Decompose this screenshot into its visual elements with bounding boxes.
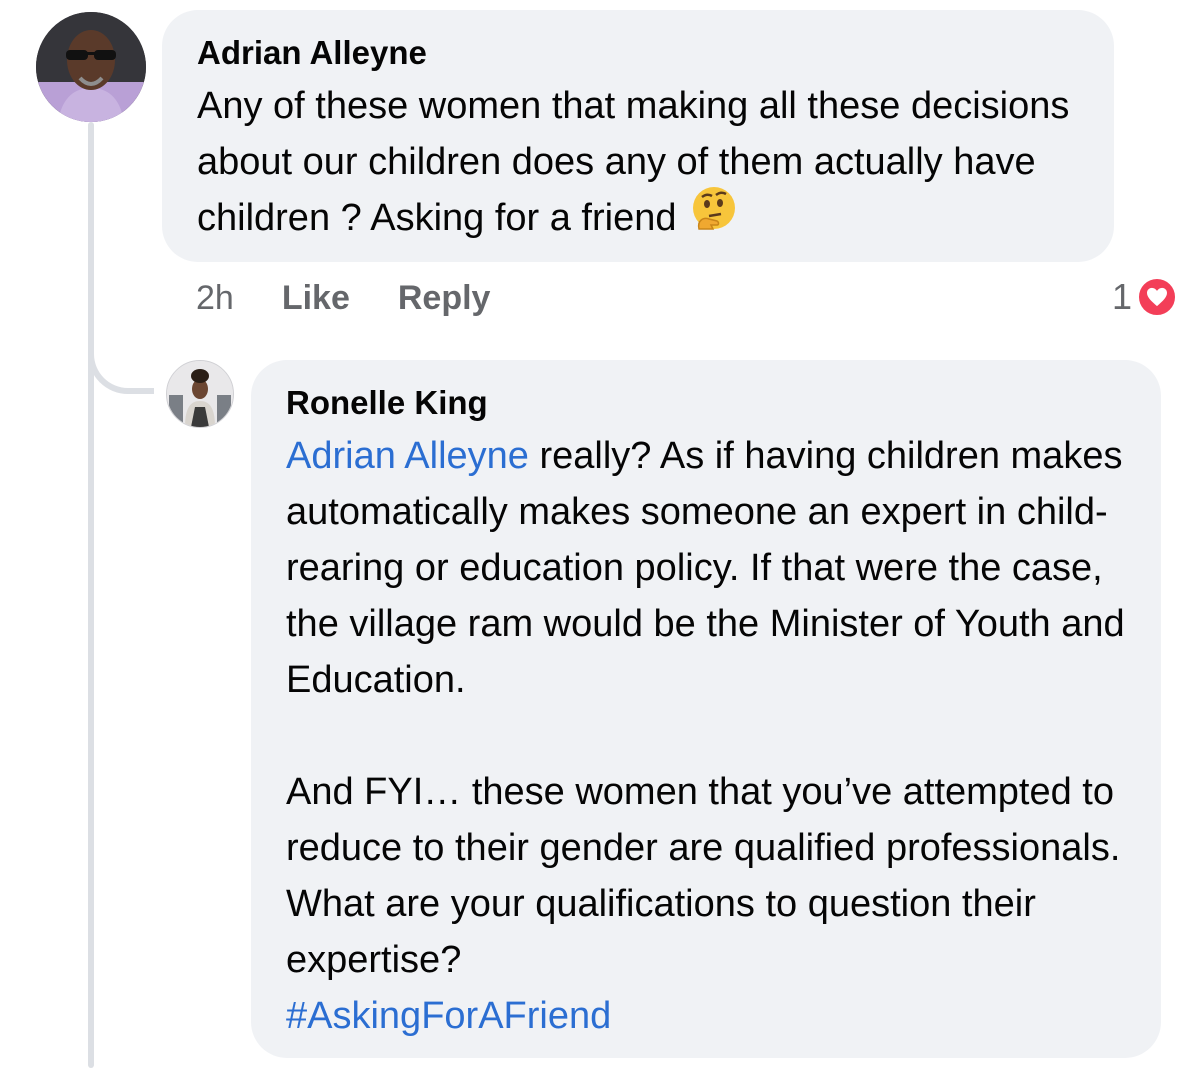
- reply-bubble: Ronelle King Adrian Alleyne really? As i…: [251, 360, 1161, 1058]
- avatar[interactable]: [166, 360, 234, 428]
- profile-photo-icon: [167, 361, 233, 427]
- reply-button[interactable]: Reply: [398, 279, 491, 318]
- reaction-summary[interactable]: 1: [1112, 276, 1178, 318]
- profile-photo-icon: [36, 12, 146, 122]
- comment-text: Any of these women that making all these…: [197, 78, 1080, 247]
- comment-text-body: Any of these women that making all these…: [197, 85, 1080, 239]
- comment-actions: 2h Like Reply: [196, 274, 538, 322]
- heart-icon: [1136, 276, 1178, 318]
- mention-link[interactable]: Adrian Alleyne: [286, 435, 529, 477]
- reaction-count: 1: [1111, 276, 1132, 317]
- reply-text-second-paragraph: And FYI… these women that you’ve attempt…: [286, 764, 1127, 1044]
- hashtag-link[interactable]: #AskingForAFriend: [286, 995, 611, 1037]
- comment-timestamp[interactable]: 2h: [196, 279, 234, 318]
- avatar[interactable]: [36, 12, 146, 122]
- comment-bubble: Adrian Alleyne Any of these women that m…: [162, 10, 1114, 262]
- reply-text: Adrian Alleyne really? As if having chil…: [286, 428, 1127, 708]
- reply-text-part2: And FYI… these women that you’ve attempt…: [286, 771, 1131, 981]
- thinking-face-icon: [691, 185, 737, 247]
- reply-author[interactable]: Ronelle King: [286, 382, 1127, 424]
- reply-connector-curve: [88, 330, 154, 394]
- like-button[interactable]: Like: [282, 279, 350, 318]
- comment-author[interactable]: Adrian Alleyne: [197, 32, 1080, 74]
- thread-connector-line: [88, 122, 94, 1068]
